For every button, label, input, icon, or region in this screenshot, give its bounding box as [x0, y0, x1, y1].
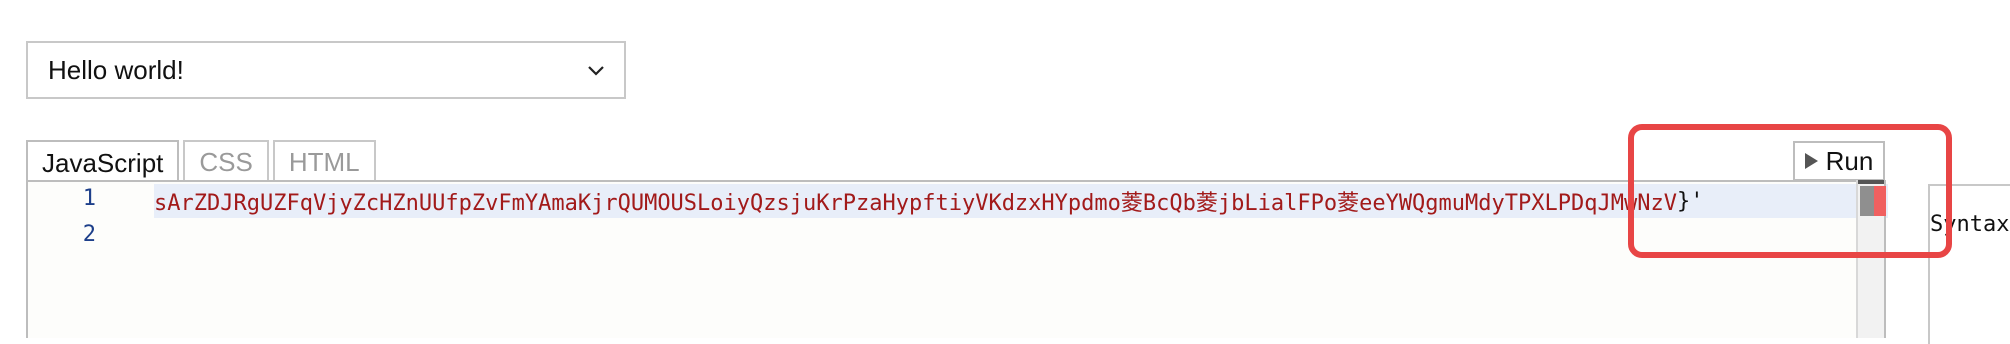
chevron-down-icon	[588, 66, 604, 76]
editor-tabs: JavaScript CSS HTML	[26, 140, 376, 184]
code-string: sArZDJRgUZFqVjyZcHZnUUfpZvFmYAmaKjrQUMOU…	[154, 191, 1677, 216]
tab-css[interactable]: CSS	[183, 140, 269, 182]
tab-label: JavaScript	[42, 147, 164, 178]
tab-javascript[interactable]: JavaScript	[26, 140, 180, 184]
run-button[interactable]: Run	[1793, 141, 1885, 181]
output-panel: Syntax	[1928, 184, 2010, 344]
example-select[interactable]: Hello world!	[26, 41, 626, 99]
scrollbar-top-edge	[1858, 180, 1884, 184]
tab-html[interactable]: HTML	[272, 140, 376, 182]
scroll-thumb[interactable]	[1860, 186, 1874, 216]
line-number: 2	[82, 222, 96, 247]
output-text: Syntax	[1930, 212, 2010, 237]
editor-scrollbar[interactable]	[1856, 180, 1886, 338]
tab-label: CSS	[199, 146, 253, 177]
example-select-value: Hello world!	[48, 54, 184, 85]
error-marker	[1874, 186, 1886, 216]
code-tail: }'	[1676, 188, 1704, 214]
line-number: 1	[82, 186, 96, 211]
run-button-label: Run	[1825, 145, 1874, 176]
play-icon	[1804, 153, 1818, 169]
code-line[interactable]: sArZDJRgUZFqVjyZcHZnUUfpZvFmYAmaKjrQUMOU…	[154, 184, 1888, 218]
code-editor[interactable]: 1 2 sArZDJRgUZFqVjyZcHZnUUfpZvFmYAmaKjrQ…	[26, 180, 1888, 338]
tab-label: HTML	[288, 146, 360, 177]
line-number-gutter: 1 2	[28, 182, 124, 338]
